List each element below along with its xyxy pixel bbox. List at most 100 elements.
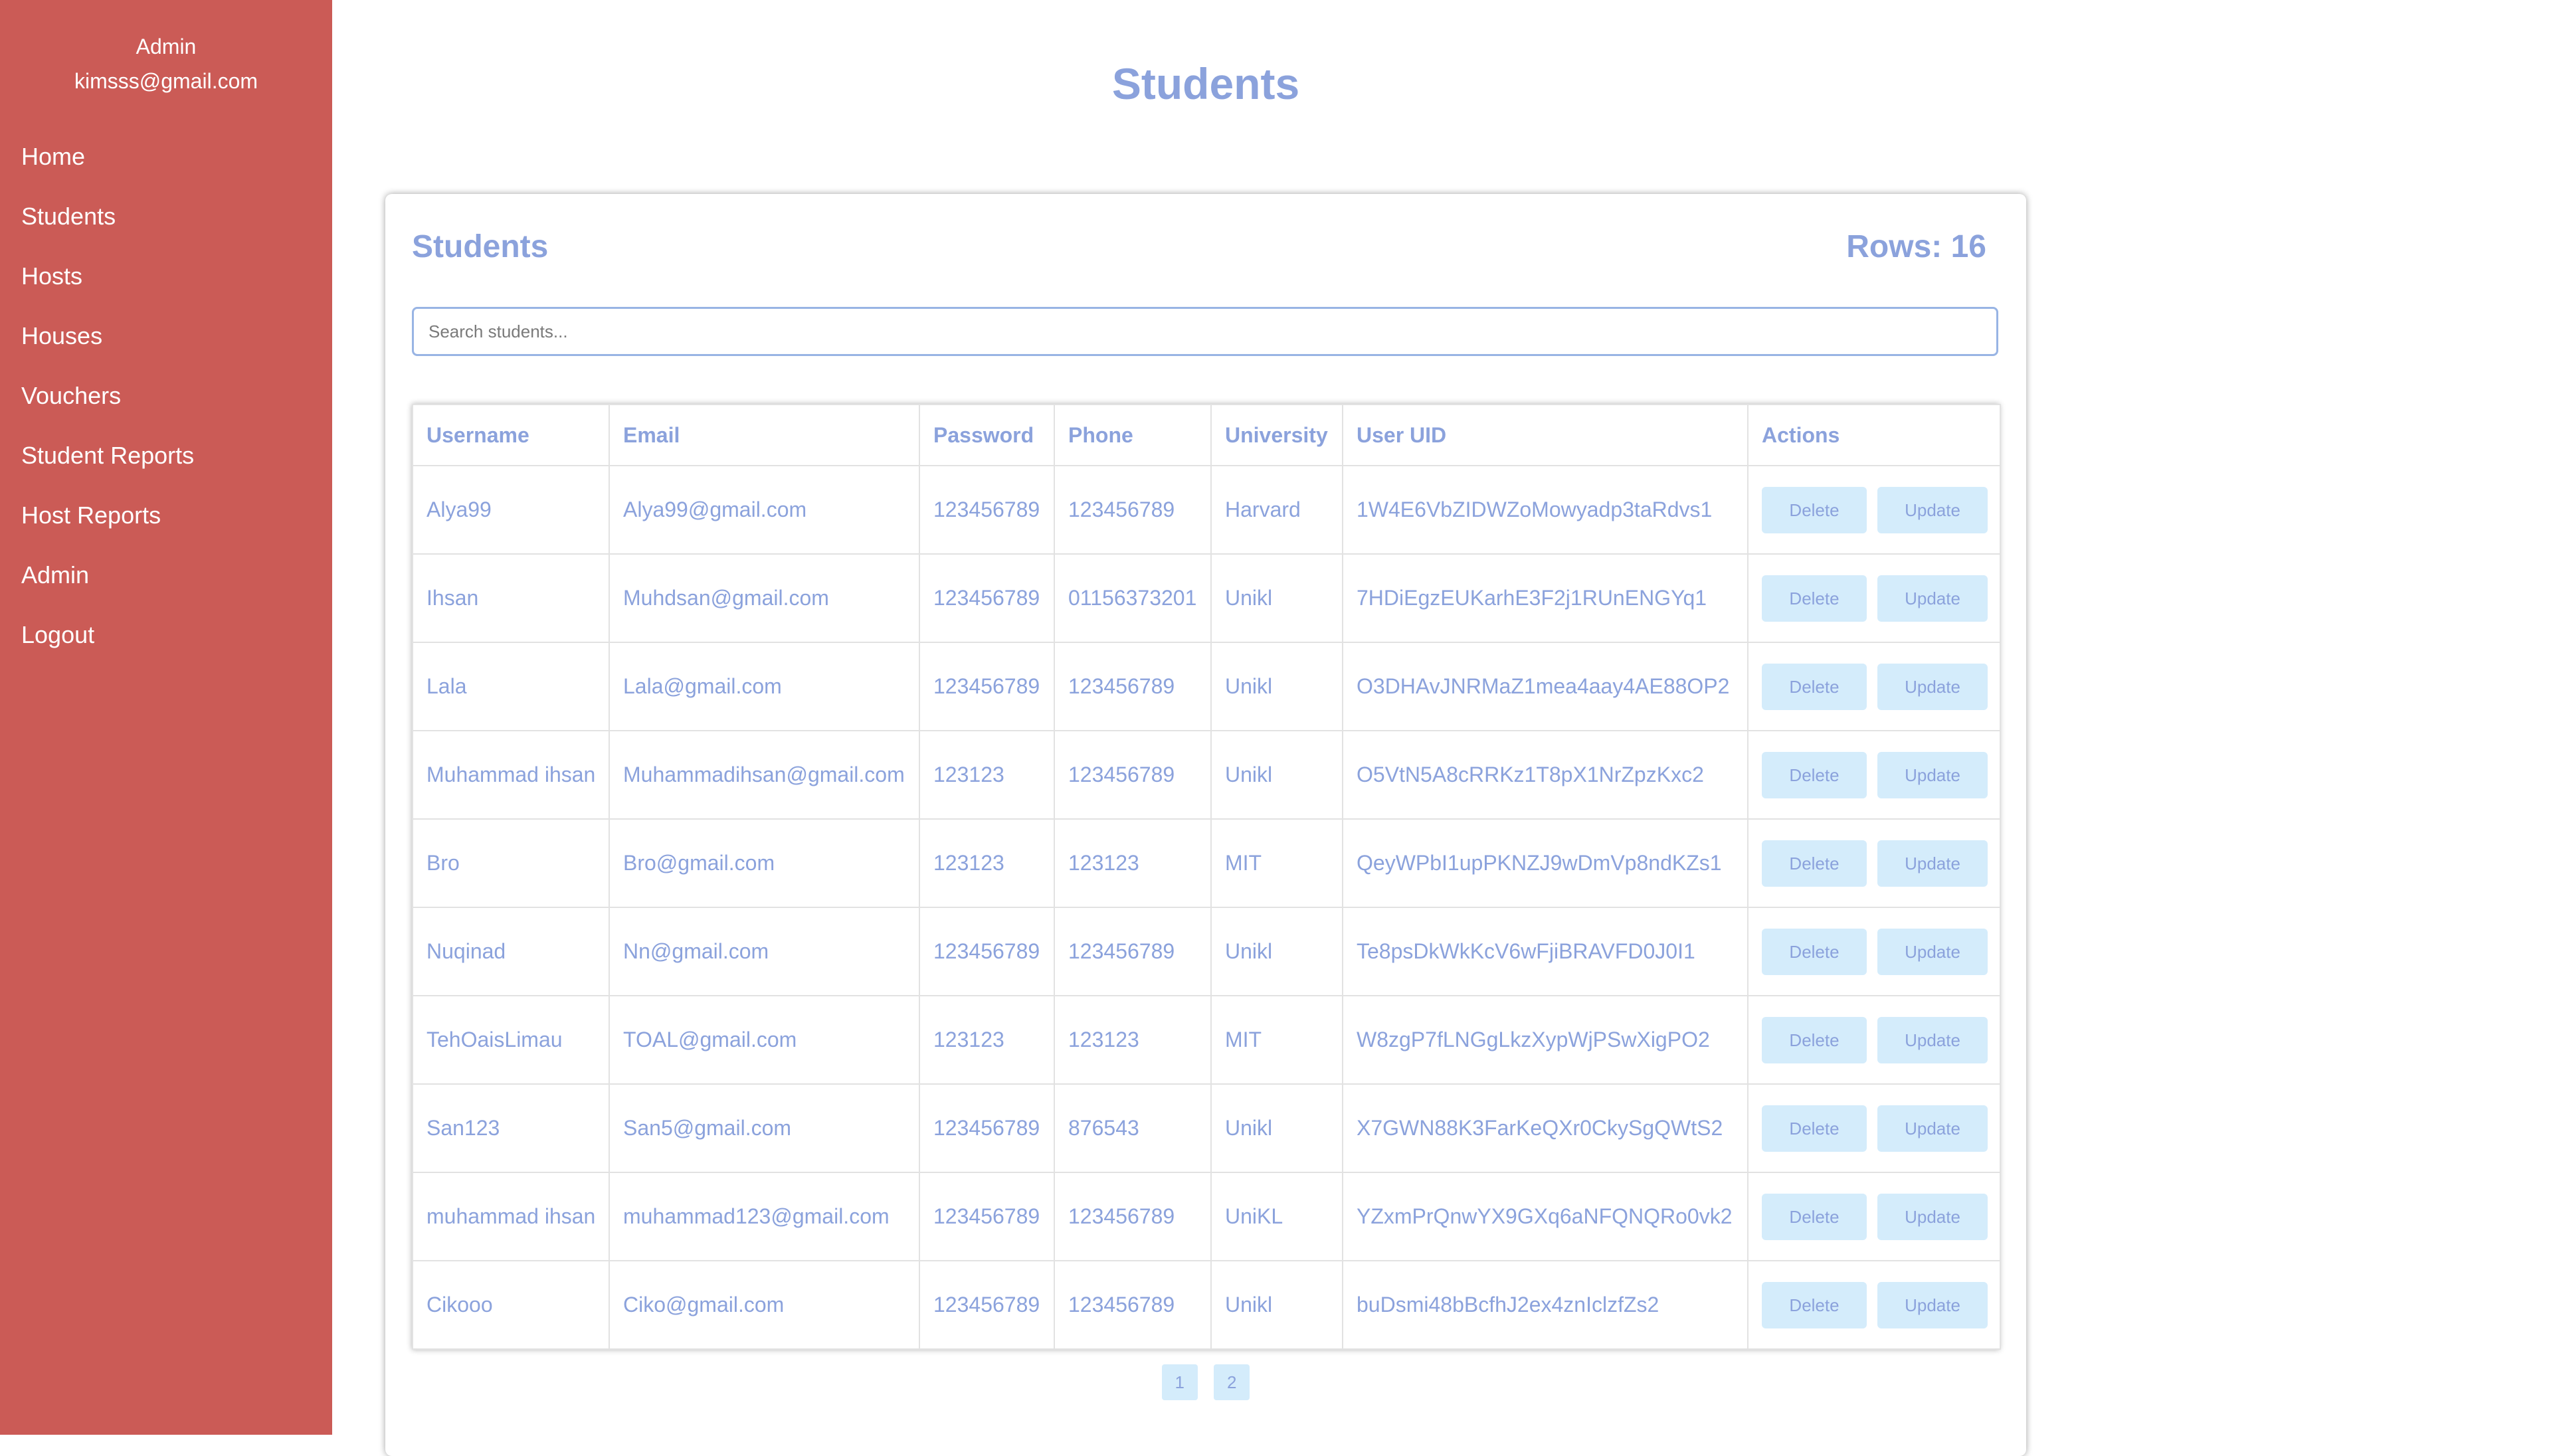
- update-button[interactable]: Update: [1877, 840, 1988, 887]
- table-row: muhammad ihsan muhammad123@gmail.com 123…: [412, 1172, 2001, 1261]
- cell-actions: Delete Update: [1747, 818, 2001, 908]
- pagination: 1 2: [385, 1364, 2026, 1400]
- delete-button[interactable]: Delete: [1762, 575, 1867, 622]
- sidebar-item-home[interactable]: Home: [0, 142, 332, 202]
- delete-button[interactable]: Delete: [1762, 1016, 1867, 1063]
- page-button-1[interactable]: 1: [1161, 1364, 1198, 1400]
- cell-actions: Delete Update: [1747, 1260, 2001, 1350]
- column-header-email: Email: [609, 404, 920, 466]
- cell-email: muhammad123@gmail.com: [609, 1172, 920, 1261]
- cell-email: Ciko@gmail.com: [609, 1260, 920, 1350]
- cell-university: Unikl: [1210, 553, 1343, 643]
- cell-password: 123123: [919, 995, 1055, 1085]
- delete-button[interactable]: Delete: [1762, 751, 1867, 798]
- cell-actions: Delete Update: [1747, 995, 2001, 1085]
- cell-phone: 123456789: [1054, 1172, 1212, 1261]
- delete-button[interactable]: Delete: [1762, 486, 1867, 533]
- cell-university: Unikl: [1210, 1083, 1343, 1173]
- cell-user-uid: Te8psDkWkKcV6wFjiBRAVFD0J0I1: [1342, 907, 1748, 996]
- cell-password: 123456789: [919, 1172, 1055, 1261]
- table-row: Lala Lala@gmail.com 123456789 123456789 …: [412, 642, 2001, 731]
- sidebar-item-student-reports[interactable]: Student Reports: [0, 441, 332, 501]
- cell-password: 123456789: [919, 907, 1055, 996]
- cell-phone: 123456789: [1054, 1260, 1212, 1350]
- table-row: Ihsan Muhdsan@gmail.com 123456789 011563…: [412, 553, 2001, 643]
- cell-phone: 123123: [1054, 995, 1212, 1085]
- table-row: San123 San5@gmail.com 123456789 876543 U…: [412, 1083, 2001, 1173]
- column-header-username: Username: [412, 404, 610, 466]
- cell-password: 123456789: [919, 642, 1055, 731]
- students-card: Students Rows: 16 Username Email Passwor…: [385, 194, 2026, 1456]
- cell-phone: 123456789: [1054, 465, 1212, 555]
- table-row: Bro Bro@gmail.com 123123 123123 MIT QeyW…: [412, 818, 2001, 908]
- cell-username: Alya99: [412, 465, 610, 555]
- cell-user-uid: 1W4E6VbZIDWZoMowyadp3taRdvs1: [1342, 465, 1748, 555]
- delete-button[interactable]: Delete: [1762, 928, 1867, 975]
- update-button[interactable]: Update: [1877, 486, 1988, 533]
- delete-button[interactable]: Delete: [1762, 1193, 1867, 1240]
- cell-username: San123: [412, 1083, 610, 1173]
- cell-password: 123456789: [919, 553, 1055, 643]
- search-input[interactable]: [412, 307, 1998, 356]
- cell-username: TehOaisLimau: [412, 995, 610, 1085]
- cell-university: Unikl: [1210, 1260, 1343, 1350]
- column-header-phone: Phone: [1054, 404, 1212, 466]
- cell-username: Ihsan: [412, 553, 610, 643]
- cell-email: Alya99@gmail.com: [609, 465, 920, 555]
- sidebar: Admin kimsss@gmail.com Home Students Hos…: [0, 0, 332, 1435]
- sidebar-item-hosts[interactable]: Hosts: [0, 262, 332, 321]
- cell-university: Unikl: [1210, 642, 1343, 731]
- cell-phone: 01156373201: [1054, 553, 1212, 643]
- column-header-actions: Actions: [1747, 404, 2001, 466]
- cell-user-uid: 7HDiEgzEUKarhE3F2j1RUnENGYq1: [1342, 553, 1748, 643]
- cell-user-uid: O5VtN5A8cRRKz1T8pX1NrZpzKxc2: [1342, 730, 1748, 820]
- cell-password: 123456789: [919, 465, 1055, 555]
- sidebar-item-logout[interactable]: Logout: [0, 620, 332, 680]
- cell-username: Bro: [412, 818, 610, 908]
- sidebar-item-host-reports[interactable]: Host Reports: [0, 501, 332, 561]
- cell-username: muhammad ihsan: [412, 1172, 610, 1261]
- column-header-user-uid: User UID: [1342, 404, 1748, 466]
- cell-phone: 123456789: [1054, 730, 1212, 820]
- students-table: Username Email Password Phone University…: [412, 404, 2001, 1350]
- cell-username: Nuqinad: [412, 907, 610, 996]
- sidebar-item-admin[interactable]: Admin: [0, 561, 332, 620]
- cell-actions: Delete Update: [1747, 907, 2001, 996]
- cell-user-uid: W8zgP7fLNGgLkzXypWjPSwXigPO2: [1342, 995, 1748, 1085]
- sidebar-item-students[interactable]: Students: [0, 202, 332, 262]
- update-button[interactable]: Update: [1877, 1016, 1988, 1063]
- sidebar-item-vouchers[interactable]: Vouchers: [0, 381, 332, 441]
- cell-university: Harvard: [1210, 465, 1343, 555]
- cell-phone: 876543: [1054, 1083, 1212, 1173]
- table-header-row: Username Email Password Phone University…: [412, 404, 2001, 466]
- cell-email: Bro@gmail.com: [609, 818, 920, 908]
- cell-university: Unikl: [1210, 730, 1343, 820]
- table-body: Alya99 Alya99@gmail.com 123456789 123456…: [412, 465, 2001, 1350]
- delete-button[interactable]: Delete: [1762, 1281, 1867, 1328]
- update-button[interactable]: Update: [1877, 751, 1988, 798]
- cell-user-uid: QeyWPbI1upPKNZJ9wDmVp8ndKZs1: [1342, 818, 1748, 908]
- update-button[interactable]: Update: [1877, 663, 1988, 710]
- cell-email: Nn@gmail.com: [609, 907, 920, 996]
- page-title: Students: [1111, 59, 1300, 108]
- update-button[interactable]: Update: [1877, 575, 1988, 622]
- column-header-university: University: [1210, 404, 1343, 466]
- update-button[interactable]: Update: [1877, 1193, 1988, 1240]
- delete-button[interactable]: Delete: [1762, 1105, 1867, 1152]
- cell-actions: Delete Update: [1747, 1083, 2001, 1173]
- cell-university: UniKL: [1210, 1172, 1343, 1261]
- update-button[interactable]: Update: [1877, 1281, 1988, 1328]
- update-button[interactable]: Update: [1877, 1105, 1988, 1152]
- cell-password: 123456789: [919, 1260, 1055, 1350]
- page-button-2[interactable]: 2: [1214, 1364, 1250, 1400]
- sidebar-item-houses[interactable]: Houses: [0, 321, 332, 381]
- table-row: Cikooo Ciko@gmail.com 123456789 12345678…: [412, 1260, 2001, 1350]
- cell-email: Lala@gmail.com: [609, 642, 920, 731]
- cell-user-uid: buDsmi48bBcfhJ2ex4znIclzfZs2: [1342, 1260, 1748, 1350]
- update-button[interactable]: Update: [1877, 928, 1988, 975]
- cell-user-uid: O3DHAvJNRMaZ1mea4aay4AE88OP2: [1342, 642, 1748, 731]
- cell-username: Muhammad ihsan: [412, 730, 610, 820]
- card-title: Students: [412, 229, 549, 264]
- delete-button[interactable]: Delete: [1762, 840, 1867, 887]
- delete-button[interactable]: Delete: [1762, 663, 1867, 710]
